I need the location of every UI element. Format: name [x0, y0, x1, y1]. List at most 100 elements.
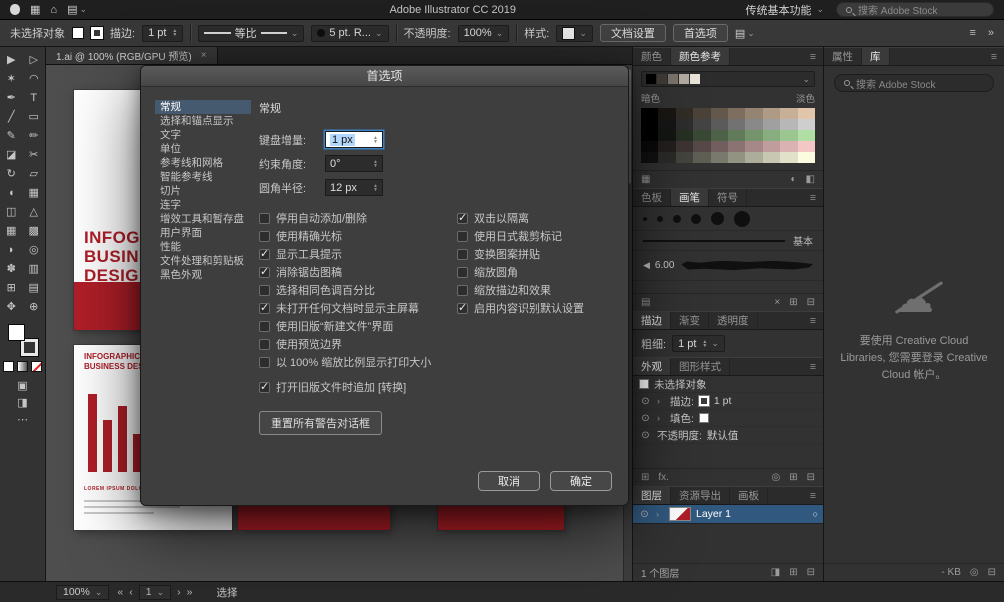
rectangle-tool[interactable]: ▭ — [23, 107, 46, 126]
line-segment-tool[interactable]: ╱ — [0, 107, 23, 126]
checkbox-box[interactable] — [259, 231, 270, 242]
field-input[interactable]: 1 px ▲▼ — [325, 131, 383, 148]
new-brush-icon[interactable]: ⊞ — [789, 297, 797, 308]
fill-stroke-control[interactable] — [8, 324, 38, 356]
guide-swatch[interactable] — [780, 130, 797, 141]
preferences-category-item[interactable]: 选择和锚点显示 — [155, 114, 251, 128]
visibility-eye-icon[interactable]: ⊙ — [638, 509, 651, 520]
guide-swatch[interactable] — [728, 108, 745, 119]
guide-swatch[interactable] — [641, 119, 658, 130]
preferences-category-item[interactable]: 常规 — [155, 100, 251, 114]
checkbox-box[interactable] — [457, 213, 468, 224]
draw-mode-button[interactable]: ▣ — [0, 377, 45, 394]
symbol-sprayer-tool[interactable]: ✽ — [0, 259, 23, 278]
field-input[interactable]: 12 px ▲▼ — [325, 179, 383, 196]
guide-swatch[interactable] — [763, 108, 780, 119]
ok-button[interactable]: 确定 — [550, 471, 612, 491]
preferences-category-item[interactable]: 文件处理和剪贴板 — [155, 254, 251, 268]
checkbox-box[interactable] — [259, 382, 270, 393]
brush-libraries-icon[interactable]: ▤ — [641, 297, 650, 308]
weight-field[interactable]: 1 pt ▲▼ ⌄ — [672, 335, 725, 352]
workspace-switcher[interactable]: 传统基本功能⌄ — [745, 2, 824, 18]
preferences-category-item[interactable]: 连字 — [155, 198, 251, 212]
guide-swatch[interactable] — [798, 130, 815, 141]
expand-chevron-icon[interactable]: › — [656, 509, 664, 519]
field-input[interactable]: 0° ▲▼ — [325, 155, 383, 172]
guide-swatch[interactable] — [693, 108, 710, 119]
guide-swatch[interactable] — [711, 141, 728, 152]
stepper-arrows-icon[interactable]: ▲▼ — [373, 184, 378, 192]
guide-swatch[interactable] — [780, 141, 797, 152]
panel-menu-icon[interactable]: ≡ — [803, 358, 823, 375]
checkbox-box[interactable] — [259, 249, 270, 260]
guide-swatch[interactable] — [798, 119, 815, 130]
guide-swatch[interactable] — [763, 152, 780, 163]
stepper-arrows-icon[interactable]: ▲▼ — [373, 160, 378, 168]
preference-checkbox[interactable]: 选择相同色调百分比 — [259, 281, 457, 299]
guide-swatch[interactable] — [641, 141, 658, 152]
guide-swatch[interactable] — [658, 152, 675, 163]
width-profile-dropdown[interactable]: 等比 ⌄ — [198, 25, 304, 42]
delete-brush-icon[interactable]: ⊟ — [807, 297, 815, 308]
panel-tab[interactable]: 属性 — [824, 48, 862, 65]
visibility-eye-icon[interactable]: ⊙ — [639, 430, 652, 441]
preferences-category-item[interactable]: 性能 — [155, 240, 251, 254]
preferences-category-item[interactable]: 参考线和网格 — [155, 156, 251, 170]
workspace-grid-icon[interactable]: ▤⌄ — [67, 3, 87, 16]
delete-layer-icon[interactable]: ⊟ — [807, 567, 815, 578]
opacity-field[interactable]: 100% ⌄ — [458, 25, 510, 42]
guide-swatch[interactable] — [676, 119, 693, 130]
gradient-button[interactable] — [17, 361, 28, 372]
guide-swatch[interactable] — [676, 141, 693, 152]
preferences-category-item[interactable]: 增效工具和暂存盘 — [155, 212, 251, 226]
appearance-stroke-row[interactable]: ⊙ › 描边: 1 pt — [633, 393, 823, 410]
previous-artboard-icon[interactable]: ‹ — [129, 586, 133, 598]
paintbrush-tool[interactable]: ✎ — [0, 126, 23, 145]
guide-swatch[interactable] — [711, 152, 728, 163]
guide-swatch[interactable] — [711, 108, 728, 119]
preferences-category-item[interactable]: 用户界面 — [155, 226, 251, 240]
blend-tool[interactable]: ◎ — [23, 240, 46, 259]
panel-tab[interactable]: 色板 — [633, 189, 671, 206]
harmony-dropdown[interactable]: ⌄ — [641, 71, 815, 87]
panel-tab[interactable]: 画板 — [730, 487, 768, 504]
brush-dot[interactable] — [734, 211, 750, 227]
preference-checkbox[interactable]: 启用内容识别默认设置 — [457, 299, 584, 317]
delete-item-icon[interactable]: ⊟ — [807, 472, 815, 483]
reset-warnings-button[interactable]: 重置所有警告对话框 — [259, 411, 382, 435]
document-tab[interactable]: 1.ai @ 100% (RGB/GPU 预览) × — [46, 47, 218, 64]
layer-row[interactable]: ⊙ › Layer 1 ○ — [633, 505, 823, 524]
panel-tab[interactable]: 资源导出 — [671, 487, 730, 504]
panel-tab[interactable]: 透明度 — [709, 312, 758, 329]
slice-tool[interactable]: ▤ — [23, 278, 46, 297]
guide-swatch[interactable] — [728, 130, 745, 141]
guide-swatch[interactable] — [711, 119, 728, 130]
guide-swatch[interactable] — [658, 119, 675, 130]
gradient-tool[interactable]: ▩ — [23, 221, 46, 240]
preference-checkbox[interactable]: 使用日式裁剪标记 — [457, 227, 584, 245]
preference-checkbox[interactable]: 停用自动添加/删除 — [259, 209, 457, 227]
edit-colors-icon[interactable]: ◐ — [791, 174, 797, 185]
checkbox-box[interactable] — [259, 285, 270, 296]
scale-tool[interactable]: ▱ — [23, 164, 46, 183]
artboard-number-field[interactable]: 1 ⌄ — [139, 585, 171, 600]
preference-checkbox[interactable]: 以 100% 缩放比例显示打印大小 — [259, 353, 457, 371]
preference-checkbox[interactable]: 显示工具提示 — [259, 245, 457, 263]
guide-swatch[interactable] — [745, 119, 762, 130]
preference-checkbox[interactable]: 使用精确光标 — [259, 227, 457, 245]
preference-checkbox[interactable]: 打开旧版文件时追加 [转换] — [259, 378, 457, 396]
guide-swatch[interactable] — [798, 108, 815, 119]
checkbox-box[interactable] — [259, 321, 270, 332]
zoom-dropdown[interactable]: 100% ⌄ — [56, 585, 109, 600]
preference-checkbox[interactable]: 缩放圆角 — [457, 263, 584, 281]
next-artboard-icon[interactable]: › — [177, 586, 181, 598]
clear-appearance-icon[interactable]: ◎ — [771, 472, 780, 483]
brush-dot[interactable] — [673, 215, 681, 223]
stepper-arrows-icon[interactable]: ▲▼ — [373, 136, 378, 144]
panel-menu-icon[interactable]: ≡ — [803, 487, 823, 504]
new-stroke-icon[interactable]: ⊞ — [641, 472, 649, 483]
hand-tool[interactable]: ✥ — [0, 297, 23, 316]
guide-swatch[interactable] — [780, 108, 797, 119]
make-mask-icon[interactable]: ◨ — [771, 567, 780, 578]
eyedropper-tool[interactable]: ◗ — [0, 240, 23, 259]
